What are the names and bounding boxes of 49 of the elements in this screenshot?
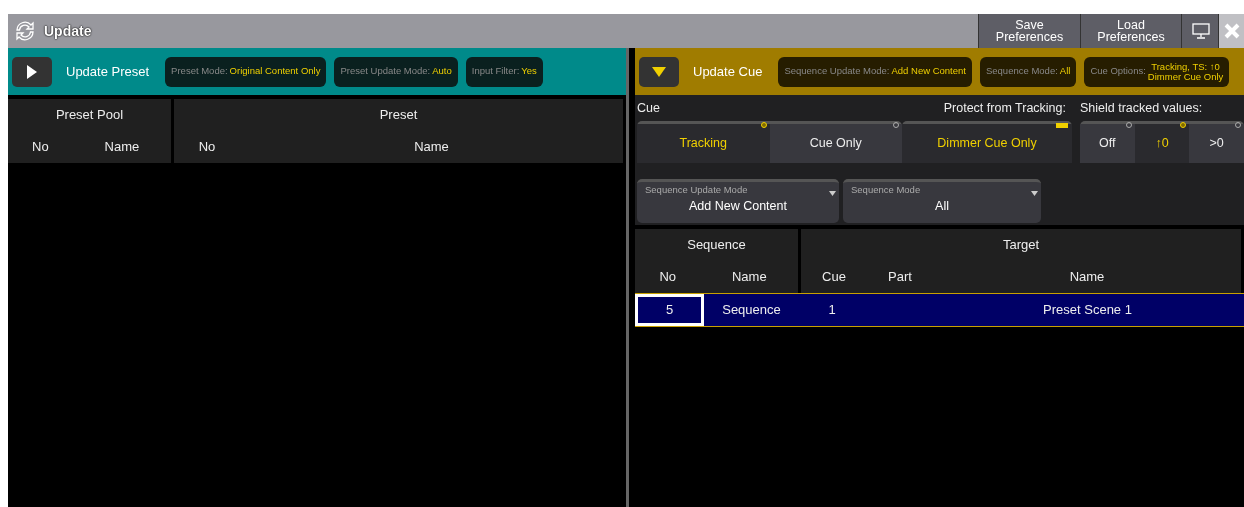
segment-option[interactable]: >0 — [1189, 123, 1244, 163]
column-group-title: Target — [1001, 236, 1041, 255]
table-cell-text: Preset Scene 1 — [1042, 301, 1133, 320]
section-label: Protect from Tracking: — [942, 100, 1067, 117]
column-header: No — [197, 138, 217, 157]
section-label: Shield tracked values: — [1080, 100, 1204, 117]
close-icon — [1222, 22, 1241, 40]
caret-icon — [1031, 190, 1038, 196]
panel-title: Update Cue — [693, 62, 763, 81]
table-cell-text: 1 — [827, 301, 837, 320]
caret-icon — [829, 190, 836, 196]
window-title: Update — [44, 21, 92, 41]
segment-option[interactable]: ↑0 — [1134, 123, 1190, 163]
section-label: Cue — [637, 100, 661, 117]
triangle-down-icon — [651, 65, 667, 78]
expand-button[interactable] — [639, 56, 679, 87]
option-chip[interactable]: Sequence Update Mode: Add New Content — [778, 56, 972, 87]
segment-option[interactable]: Tracking — [637, 123, 770, 163]
table-cell: 5 — [635, 294, 704, 326]
column-header: Name — [413, 138, 450, 157]
option-chip[interactable]: Preset Mode: Original Content Only — [165, 56, 327, 87]
play-icon — [26, 63, 38, 80]
option-chip[interactable]: Preset Update Mode: Auto — [334, 56, 458, 87]
option-chip[interactable]: Sequence Mode: All — [979, 56, 1077, 87]
preferences-button[interactable]: Load Preferences — [1080, 14, 1181, 48]
panel-title: Update Preset — [66, 62, 150, 81]
column-header: Cue — [821, 268, 847, 287]
dropdown[interactable]: Sequence Update Mode Add New Content — [637, 178, 839, 223]
segment-option[interactable]: Cue Only — [769, 123, 902, 163]
option-chip[interactable]: Input Filter: Yes — [465, 56, 543, 87]
monitor-button[interactable] — [1181, 14, 1218, 48]
preferences-button[interactable]: Save Preferences — [978, 14, 1080, 48]
column-header: Name — [730, 268, 768, 287]
monitor-icon — [1192, 23, 1210, 39]
toggle-option[interactable]: Dimmer Cue Only — [902, 123, 1072, 163]
column-header: No — [31, 138, 50, 157]
table-cell-text: Sequence — [721, 301, 782, 320]
dropdown[interactable]: Sequence Mode All — [843, 178, 1041, 223]
column-group-title: Sequence — [686, 236, 747, 255]
column-header: Part — [887, 268, 913, 287]
column-group-title: Preset — [378, 106, 419, 125]
table-row[interactable]: 5 Sequence 1 Preset Scene 1 — [635, 293, 1244, 327]
column-group-title: Preset Pool — [54, 106, 125, 125]
column-header: No — [658, 268, 678, 287]
segment-option[interactable]: Off — [1080, 123, 1135, 163]
column-header: Name — [103, 138, 141, 157]
expand-button[interactable] — [12, 56, 52, 87]
column-header: Name — [1068, 268, 1106, 287]
close-button[interactable] — [1218, 14, 1244, 48]
